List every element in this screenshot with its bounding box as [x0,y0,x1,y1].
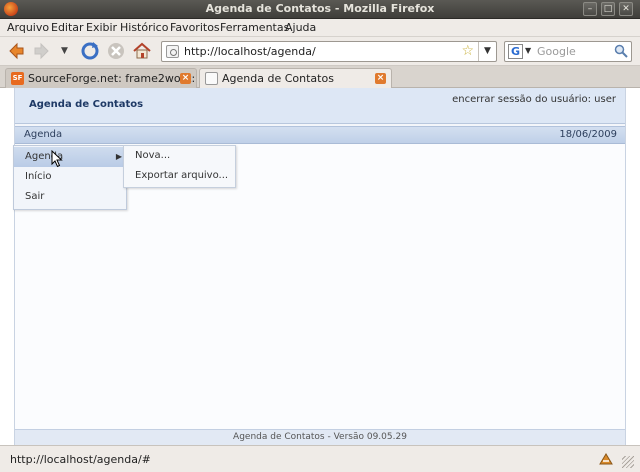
sourceforge-icon: SF [11,72,24,85]
tab-label: Agenda de Contatos [222,72,334,85]
site-identity-icon[interactable] [166,45,179,58]
google-icon: G [508,44,523,59]
menu-arquivo[interactable]: Arquivo [7,21,49,34]
engine-dropdown-icon: ▼ [525,46,532,55]
minimize-button[interactable]: – [583,2,597,16]
app-title: Agenda de Contatos [29,99,144,110]
menu-item-agenda[interactable]: Agenda ▶ [14,147,126,167]
menu-item-sair[interactable]: Sair [14,187,126,207]
app-footer: Agenda de Contatos - Versão 09.05.29 [15,429,625,445]
agenda-submenu: Nova... Exportar arquivo... [123,145,236,188]
menu-item-inicio[interactable]: Início [14,167,126,187]
menu-ajuda[interactable]: Ajuda [285,21,316,34]
tab-strip: SF SourceForge.net: frame2work: ... × Ag… [0,66,640,89]
navigation-toolbar: ▼ http://localhost/agenda/ ☆ ▼ G ▼ Googl… [0,37,640,66]
logout-link[interactable]: encerrar sessão do usuário: user [452,94,616,105]
maximize-button[interactable]: □ [601,2,615,16]
submenu-arrow-icon: ▶ [115,152,122,161]
forward-arrow-icon [34,42,49,60]
tab-sourceforge[interactable]: SF SourceForge.net: frame2work: ... × [5,68,209,88]
search-bar[interactable]: G ▼ Google [504,41,632,62]
close-window-button[interactable]: ✕ [619,2,633,16]
home-button[interactable] [132,41,152,61]
home-icon [133,42,151,59]
window-title: Agenda de Contatos - Mozilla Firefox [205,2,435,15]
back-button[interactable] [6,41,26,61]
app-container: Agenda de Contatos encerrar sessão do us… [14,88,626,445]
menu-ferramentas[interactable]: Ferramentas [220,21,289,34]
reload-icon [81,42,99,60]
resize-grip[interactable] [622,456,634,468]
bookmark-star-icon[interactable]: ☆ [461,43,474,59]
search-input[interactable]: Google [537,45,576,58]
status-bar: http://localhost/agenda/# [0,445,640,472]
window-titlebar: Agenda de Contatos - Mozilla Firefox – □… [0,0,640,19]
menu-exibir[interactable]: Exibir [86,21,117,34]
url-bar[interactable]: http://localhost/agenda/ ☆ ▼ [161,41,497,62]
menu-historico[interactable]: Histórico [120,21,168,34]
forward-button[interactable] [32,41,52,61]
page-viewport: Agenda de Contatos encerrar sessão do us… [0,88,640,445]
close-tab-icon[interactable]: × [180,73,191,84]
url-input[interactable]: http://localhost/agenda/ [184,45,316,58]
status-text: http://localhost/agenda/# [10,453,151,466]
submenu-item-exportar[interactable]: Exportar arquivo... [124,166,235,186]
breadcrumb: Agenda 18/06/2009 [15,126,625,144]
menu-item-label: Início [25,171,52,182]
tab-agenda[interactable]: Agenda de Contatos × [199,68,392,89]
app-menu: Agenda ▶ Início Sair [13,145,127,210]
search-engine-selector[interactable]: G ▼ [507,44,533,59]
current-date: 18/06/2009 [559,129,617,140]
addon-icon[interactable] [598,452,614,466]
submenu-item-nova[interactable]: Nova... [124,146,235,166]
menu-item-label: Sair [25,191,45,202]
menu-favoritos[interactable]: Favoritos [170,21,220,34]
back-arrow-icon [9,42,24,60]
history-dropdown-icon[interactable]: ▼ [61,46,68,56]
search-icon[interactable] [614,44,628,58]
stop-button[interactable] [106,41,126,61]
app-header: Agenda de Contatos encerrar sessão do us… [15,88,625,124]
url-dropdown-button[interactable]: ▼ [478,42,496,61]
page-icon [205,72,218,85]
menu-editar[interactable]: Editar [51,21,84,34]
reload-button[interactable] [80,41,100,61]
menubar: Arquivo Editar Exibir Histórico Favorito… [0,19,640,37]
stop-icon [108,43,124,59]
breadcrumb-title: Agenda [24,129,63,140]
mouse-pointer-icon [51,150,63,168]
close-tab-icon[interactable]: × [375,73,386,84]
